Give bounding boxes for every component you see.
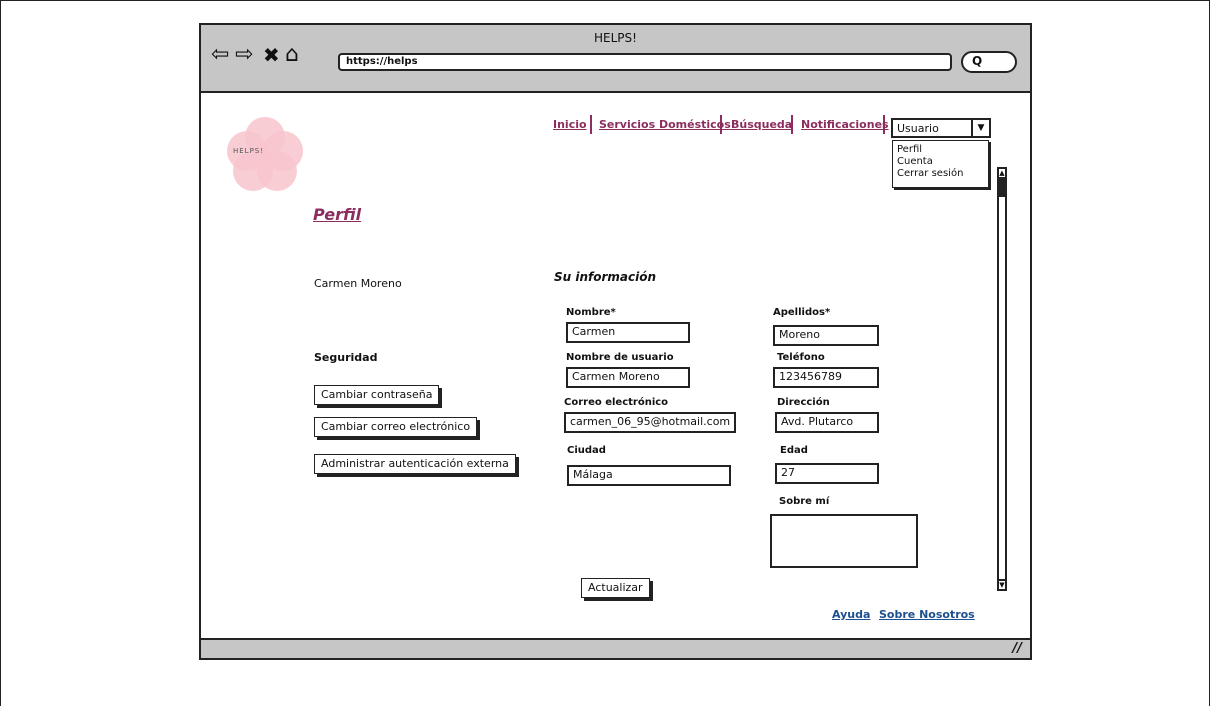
edad-label: Edad	[780, 445, 808, 456]
ciudad-label: Ciudad	[567, 445, 606, 456]
nombre-field[interactable]: Carmen	[566, 322, 690, 343]
nombre-label: Nombre*	[566, 307, 616, 318]
scroll-thumb[interactable]	[999, 179, 1005, 197]
update-button[interactable]: Actualizar	[581, 578, 650, 598]
change-password-button[interactable]: Cambiar contraseña	[314, 385, 440, 405]
nav-busqueda[interactable]: Búsqueda	[731, 118, 792, 131]
browser-window: HELPS! ⇦ ⇨ ✖ ⌂ https://helps Q HELPS! In…	[199, 23, 1032, 660]
forward-icon[interactable]: ⇨	[235, 43, 253, 67]
logo-text: HELPS!	[233, 147, 265, 155]
user-menu-value: Usuario	[897, 122, 939, 135]
scroll-down-icon[interactable]: ▼	[997, 579, 1007, 591]
home-icon[interactable]: ⌂	[285, 43, 299, 67]
telefono-label: Teléfono	[777, 352, 825, 363]
back-icon[interactable]: ⇦	[211, 43, 229, 67]
security-heading: Seguridad	[314, 351, 378, 364]
nav-separator	[720, 115, 722, 134]
magnifier-icon: Q	[972, 54, 983, 68]
nav-servicios-domesticos[interactable]: Servicios Domésticos	[599, 118, 731, 131]
helps-logo: HELPS!	[223, 117, 311, 191]
apellidos-label: Apellidos*	[773, 307, 831, 318]
correo-label: Correo electrónico	[564, 397, 669, 408]
direccion-label: Dirección	[777, 397, 830, 408]
menu-item-cerrar-sesion[interactable]: Cerrar sesión	[897, 168, 984, 180]
nav-inicio[interactable]: Inicio	[553, 118, 587, 131]
nav-notificaciones[interactable]: Notificaciones	[801, 118, 889, 131]
direccion-field[interactable]: Avd. Plutarco	[775, 412, 879, 433]
correo-field[interactable]: carmen_06_95@hotmail.com	[564, 412, 736, 433]
info-heading: Su información	[554, 270, 657, 284]
usuario-label: Nombre de usuario	[566, 352, 674, 363]
usuario-field[interactable]: Carmen Moreno	[566, 367, 690, 388]
ciudad-field[interactable]: Málaga	[567, 465, 731, 486]
browser-titlebar: HELPS! ⇦ ⇨ ✖ ⌂ https://helps Q	[201, 25, 1030, 93]
nav-separator	[883, 115, 885, 134]
sobre-mi-label: Sobre mí	[779, 496, 830, 507]
chevron-down-icon[interactable]: ▼	[971, 120, 989, 136]
telefono-field[interactable]: 123456789	[773, 367, 879, 388]
sobre-mi-textarea[interactable]	[770, 514, 918, 568]
page-title: Perfil	[313, 205, 362, 224]
nav-separator	[590, 115, 592, 134]
browser-statusbar: //	[201, 638, 1030, 658]
address-bar[interactable]: https://helps	[338, 53, 952, 71]
about-us-link[interactable]: Sobre Nosotros	[879, 608, 975, 621]
change-email-button[interactable]: Cambiar correo electrónico	[314, 417, 478, 437]
user-menu-dropdown: Perfil Cuenta Cerrar sesión	[892, 140, 989, 188]
edad-field[interactable]: 27	[775, 463, 879, 484]
manage-external-auth-button[interactable]: Administrar autenticación externa	[314, 454, 516, 474]
user-menu-select[interactable]: Usuario ▼	[891, 118, 991, 138]
window-title: HELPS!	[594, 31, 637, 45]
browser-search-button[interactable]: Q	[961, 51, 1017, 73]
profile-username: Carmen Moreno	[314, 277, 402, 290]
menu-item-cuenta[interactable]: Cuenta	[897, 156, 984, 168]
nav-separator	[791, 115, 793, 134]
vertical-scrollbar[interactable]	[997, 168, 1007, 591]
menu-item-perfil[interactable]: Perfil	[897, 144, 984, 156]
scroll-up-icon[interactable]: ▲	[997, 167, 1007, 179]
stop-icon[interactable]: ✖	[263, 43, 280, 67]
resize-grip-icon[interactable]: //	[1013, 641, 1023, 656]
help-link[interactable]: Ayuda	[832, 608, 870, 621]
apellidos-field[interactable]: Moreno	[773, 325, 879, 346]
